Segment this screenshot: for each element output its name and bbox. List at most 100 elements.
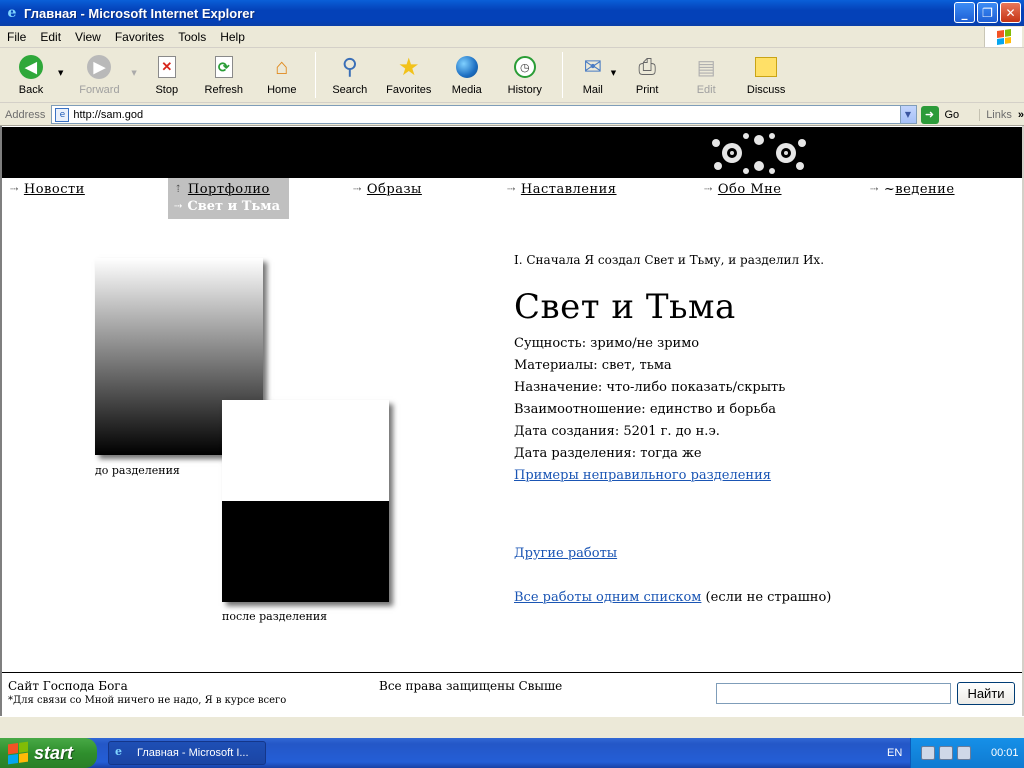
title-bar: e Главная - Microsoft Internet Explorer … bbox=[0, 0, 1024, 26]
artwork-before-caption: до разделения bbox=[95, 464, 180, 477]
nav-item-label[interactable]: Портфолио bbox=[188, 182, 270, 197]
home-button[interactable]: ⌂ Home bbox=[255, 49, 309, 101]
dark-half bbox=[222, 501, 389, 602]
forward-button[interactable]: ▶ Forward bbox=[67, 49, 131, 101]
other-works-link[interactable]: Другие работы bbox=[514, 546, 617, 561]
back-dropdown-icon[interactable]: ▼ bbox=[58, 69, 63, 77]
footer-search-button[interactable]: Найти bbox=[957, 682, 1015, 705]
address-input[interactable]: e http://sam.god ▼ bbox=[51, 105, 917, 124]
nav-item-label[interactable]: Обо Мне bbox=[718, 182, 782, 197]
history-clock-icon: ◷ bbox=[513, 56, 536, 78]
media-button[interactable]: Media bbox=[440, 49, 494, 101]
refresh-label: Refresh bbox=[204, 84, 244, 96]
edit-icon: ▤ bbox=[696, 56, 716, 79]
arrow-right-icon: ⇢ bbox=[507, 184, 516, 195]
system-tray: 00:01 bbox=[910, 738, 1024, 768]
ie-icon: e bbox=[7, 5, 17, 21]
all-works-link[interactable]: Все работы одним списком bbox=[514, 590, 701, 605]
search-icon: ⚲ bbox=[341, 54, 358, 79]
restore-button[interactable]: ❐ bbox=[977, 2, 998, 23]
nav-item-portfolio[interactable]: ⇡ Портфолио bbox=[174, 182, 270, 197]
site-footer: Сайт Господа Бога *Для связи со Мной нич… bbox=[2, 672, 1022, 716]
go-button[interactable]: ➜ Go bbox=[920, 105, 959, 124]
status-bar bbox=[0, 716, 1024, 738]
mail-button[interactable]: ✉ Mail bbox=[569, 49, 617, 101]
footer-site-name: Сайт Господа Бога bbox=[8, 679, 128, 693]
intro-text: I. Сначала Я создал Свет и Тьму, и разде… bbox=[514, 253, 825, 267]
arrow-right-icon: ⇢ bbox=[870, 184, 879, 195]
refresh-button[interactable]: ⟳ Refresh bbox=[193, 49, 255, 101]
taskbar-item-label: Главная - Microsoft I... bbox=[137, 747, 249, 759]
taskbar-item-ie[interactable]: e Главная - Microsoft I... bbox=[108, 741, 266, 765]
footer-note: *Для связи со Мной ничего не надо, Я в к… bbox=[8, 695, 287, 706]
nav-subitem-label: Свет и Тьма bbox=[187, 199, 281, 214]
nav-item-label[interactable]: Образы bbox=[367, 182, 422, 197]
artwork-info: I. Сначала Я создал Свет и Тьму, и разде… bbox=[514, 253, 994, 605]
discuss-button[interactable]: Discuss bbox=[738, 49, 794, 101]
back-button[interactable]: ◀ Back bbox=[4, 49, 58, 101]
search-label: Search bbox=[332, 84, 368, 96]
arrow-right-icon: ⇢ bbox=[10, 184, 19, 195]
forward-dropdown-icon[interactable]: ▼ bbox=[131, 69, 136, 77]
nav-item-news[interactable]: ⇢ Новости bbox=[10, 182, 85, 197]
start-button[interactable]: start bbox=[0, 738, 97, 768]
media-label: Media bbox=[451, 84, 482, 96]
links-label: Links bbox=[986, 108, 1012, 121]
menu-favorites[interactable]: Favorites bbox=[108, 30, 171, 44]
page-viewport: ⇢ Новости ⇡ Портфолио ⇢ Свет и Тьма ⇢ Об… bbox=[0, 126, 1024, 716]
menu-tools[interactable]: Tools bbox=[171, 30, 213, 44]
nav-item-label[interactable]: Наставления bbox=[521, 182, 617, 197]
edit-button[interactable]: ▤ Edit bbox=[674, 49, 738, 101]
print-button[interactable]: ⎙ Print bbox=[620, 49, 674, 101]
history-button[interactable]: ◷ History bbox=[494, 49, 556, 101]
mail-icon: ✉ bbox=[583, 54, 602, 79]
address-url[interactable]: http://sam.god bbox=[73, 109, 143, 121]
nav-item-label[interactable]: ведение bbox=[895, 182, 954, 197]
mail-dropdown-icon[interactable]: ▼ bbox=[611, 69, 616, 77]
examples-link[interactable]: Примеры неправильного разделения bbox=[514, 468, 771, 483]
search-button[interactable]: ⚲ Search bbox=[322, 49, 378, 101]
home-icon: ⌂ bbox=[275, 54, 289, 79]
volume-icon[interactable] bbox=[939, 746, 953, 760]
back-label: Back bbox=[18, 84, 44, 96]
stop-button[interactable]: ✕ Stop bbox=[141, 49, 193, 101]
nav-item-vedenie[interactable]: ⇢ ~ ведение bbox=[870, 182, 955, 197]
address-dropdown-icon[interactable]: ▼ bbox=[899, 106, 916, 123]
network-icon[interactable] bbox=[921, 746, 935, 760]
stop-label: Stop bbox=[155, 84, 179, 96]
page-icon: e bbox=[55, 107, 70, 122]
chevron-right-icon: » bbox=[1017, 108, 1024, 121]
favorites-label: Favorites bbox=[386, 84, 432, 96]
edit-label: Edit bbox=[696, 84, 716, 96]
main-nav: ⇢ Новости ⇡ Портфолио ⇢ Свет и Тьма ⇢ Об… bbox=[2, 178, 1022, 219]
property-relationship: Взаимоотношение: единство и борьба bbox=[514, 402, 777, 417]
stop-icon: ✕ bbox=[157, 56, 176, 78]
monitor-icon[interactable] bbox=[957, 746, 971, 760]
footer-rights: Все права защищены Свыше bbox=[379, 679, 563, 693]
nav-item-guidance[interactable]: ⇢ Наставления bbox=[507, 182, 617, 197]
close-button[interactable]: ✕ bbox=[1000, 2, 1021, 23]
menu-edit[interactable]: Edit bbox=[33, 30, 68, 44]
star-icon: ★ bbox=[398, 53, 420, 81]
nav-subitem-active[interactable]: ⇢ Свет и Тьма bbox=[174, 199, 280, 214]
nav-item-prefix: ~ bbox=[883, 182, 896, 197]
all-works-note: (если не страшно) bbox=[701, 590, 832, 605]
menu-view[interactable]: View bbox=[68, 30, 108, 44]
menu-file[interactable]: File bbox=[0, 30, 33, 44]
nav-item-label[interactable]: Новости bbox=[24, 182, 85, 197]
ie-icon: e bbox=[115, 745, 122, 758]
menu-help[interactable]: Help bbox=[213, 30, 252, 44]
discuss-label: Discuss bbox=[746, 84, 786, 96]
footer-search-input[interactable] bbox=[716, 683, 951, 704]
language-indicator[interactable]: EN bbox=[887, 747, 902, 759]
arrow-right-icon: ⇢ bbox=[704, 184, 713, 195]
property-purpose: Назначение: что-либо показать/скрыть bbox=[514, 380, 786, 395]
minimize-button[interactable]: _ bbox=[954, 2, 975, 23]
nav-item-images[interactable]: ⇢ Образы bbox=[353, 182, 422, 197]
nav-item-about[interactable]: ⇢ Обо Мне bbox=[704, 182, 782, 197]
page-title: Свет и Тьма bbox=[514, 287, 736, 327]
toolbar: ◀ Back ▼ ▶ Forward ▼ ✕ Stop ⟳ Refresh ⌂ … bbox=[0, 49, 1024, 103]
links-button[interactable]: Links » bbox=[979, 108, 1024, 121]
print-label: Print bbox=[635, 84, 659, 96]
favorites-button[interactable]: ★ Favorites bbox=[378, 49, 440, 101]
